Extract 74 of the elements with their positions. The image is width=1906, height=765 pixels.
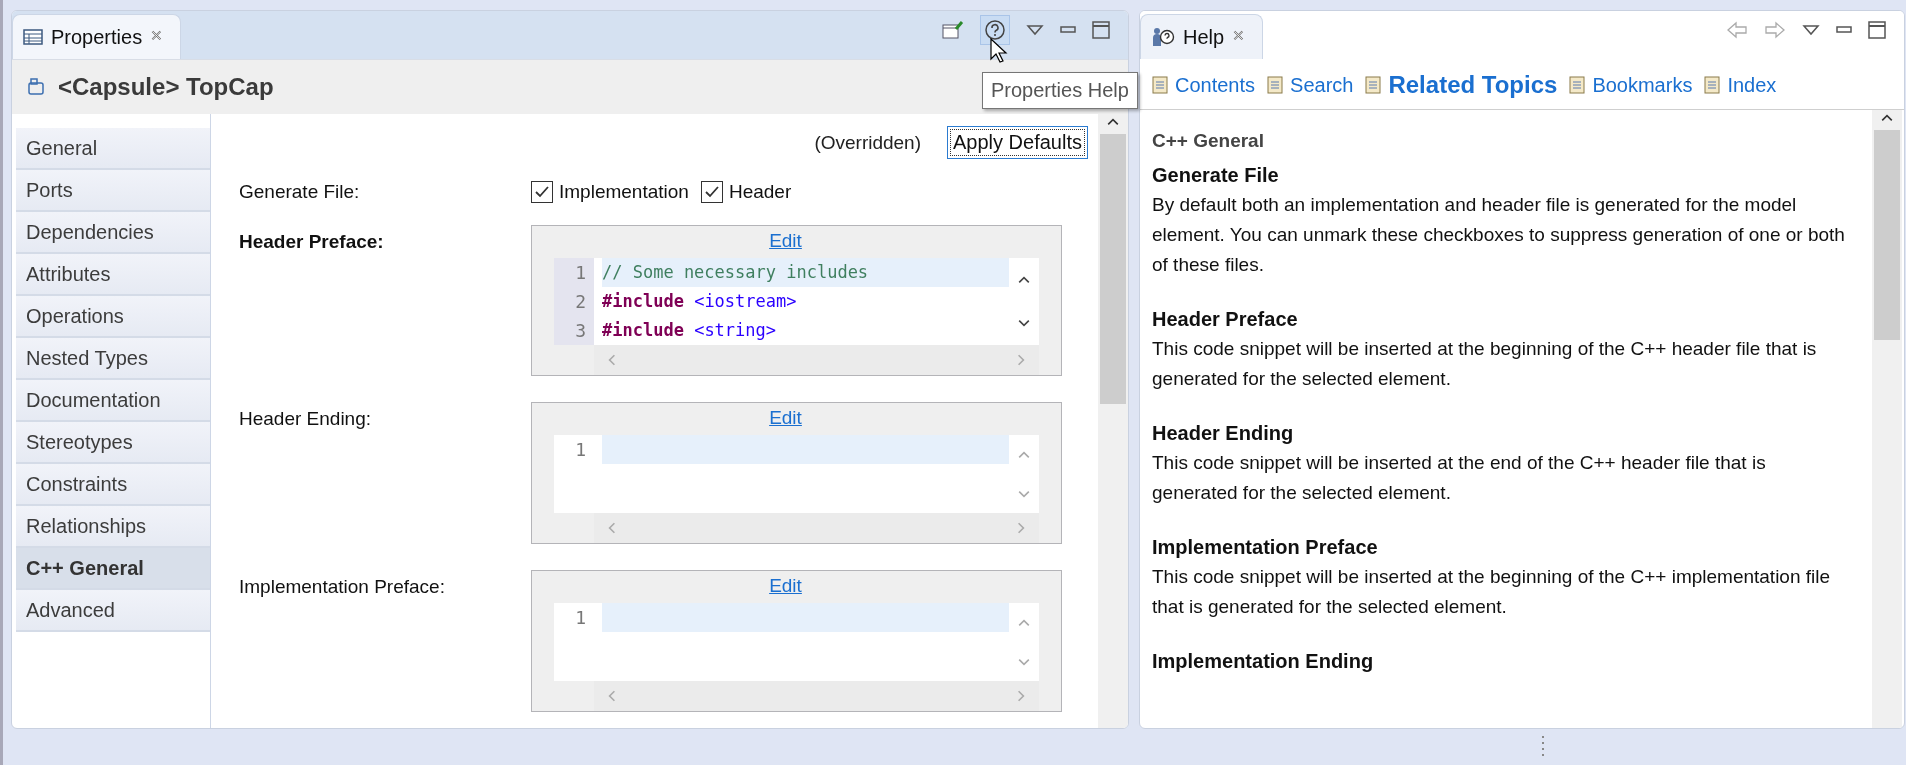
help-nav-icon (1567, 74, 1588, 96)
mouse-pointer-icon (990, 38, 1008, 64)
checkmark-icon (703, 184, 720, 200)
help-nav-icon (1363, 74, 1384, 96)
sidebar-tab[interactable]: Constraints (16, 464, 210, 506)
checkbox-label: Header (728, 181, 792, 203)
sidebar-tab[interactable]: Dependencies (16, 212, 210, 254)
overridden-note: (Overridden) (814, 131, 922, 154)
maximize-icon (1868, 21, 1886, 39)
minimize-icon (1060, 26, 1076, 34)
help-section-heading: Generate File (1152, 163, 1280, 188)
tooltip: Properties Help (982, 72, 1138, 109)
edit-link[interactable]: Edit (769, 407, 802, 429)
checkmark-icon (534, 184, 550, 200)
sidebar-tab[interactable]: Operations (16, 296, 210, 338)
forward-arrow-icon (1764, 21, 1786, 39)
view-menu-icon (1802, 24, 1820, 36)
line-number: 2 (574, 290, 587, 314)
line-number: 1 (574, 261, 587, 285)
vertical-scrollbar[interactable] (1098, 114, 1128, 728)
apply-defaults-button[interactable]: Apply Defaults (947, 126, 1088, 159)
checkbox[interactable] (700, 181, 723, 203)
sidebar-tab[interactable]: Ports (16, 170, 210, 212)
field-label: Header Preface: (239, 230, 385, 254)
line-number: 1 (574, 606, 587, 630)
edit-link[interactable]: Edit (769, 575, 802, 597)
help-section-heading: Implementation Ending (1152, 649, 1375, 674)
back-arrow-icon (1726, 21, 1748, 39)
element-heading: <Capsule> TopCap (58, 73, 274, 101)
help-topic-title: C++ General (1152, 130, 1265, 152)
help-icon (984, 19, 1006, 41)
minimize-icon (1836, 26, 1852, 34)
help-paragraph: This code snippet will be inserted at the beginning of the C++ implementation file that is generated for the selected element. (1152, 565, 1832, 619)
help-nav-link[interactable]: Search (1265, 73, 1354, 97)
help-nav-icon (1150, 74, 1170, 96)
help-button[interactable] (980, 15, 1010, 45)
help-nav-link[interactable]: Related Topics (1363, 71, 1558, 99)
help-nav-link[interactable]: Bookmarks (1567, 73, 1693, 97)
sidebar-tab[interactable]: General (16, 128, 210, 170)
maximize-icon (1092, 21, 1110, 39)
checkbox[interactable] (531, 181, 553, 203)
help-section-heading: Implementation Preface (1152, 535, 1379, 560)
help-paragraph: By default both an implementation and header file is generated for the model element. You can unmark these checkboxes to suppress generation of one or both of these files. (1152, 193, 1846, 277)
checkbox-label: Implementation (559, 181, 689, 203)
properties-table-icon (23, 27, 43, 47)
help-section-heading: Header Preface (1152, 307, 1299, 332)
field-label: Implementation Preface: (239, 575, 446, 599)
sidebar-tab[interactable]: C++ General (16, 548, 210, 590)
vertical-scrollbar[interactable] (1872, 110, 1902, 728)
edit-link[interactable]: Edit (769, 230, 802, 252)
line-number: 1 (574, 438, 587, 462)
code-line: #include <iostream> (602, 290, 798, 313)
tab-title[interactable]: Help (1183, 25, 1225, 49)
help-nav-link[interactable]: Contents (1150, 73, 1256, 97)
line-number: 3 (574, 319, 587, 343)
help-nav-icon (1702, 74, 1723, 96)
view-menu-icon (1026, 24, 1044, 36)
sidebar-tab[interactable]: Relationships (16, 506, 210, 548)
field-label: Generate File: (239, 181, 361, 203)
help-nav-icon (1265, 74, 1286, 96)
help-paragraph: This code snippet will be inserted at the end of the C++ header file that is generated for the selected element. (1152, 451, 1767, 505)
help-paragraph: This code snippet will be inserted at the beginning of the C++ header file that is generated for the selected element. (1152, 337, 1818, 391)
field-label: Header Ending: (239, 407, 373, 431)
sidebar-tab[interactable]: Stereotypes (16, 422, 210, 464)
sidebar-tab[interactable]: Nested Types (16, 338, 210, 380)
pin-editor-icon (942, 20, 964, 40)
help-person-icon (1151, 26, 1175, 48)
sidebar-tab[interactable]: Attributes (16, 254, 210, 296)
help-nav-link[interactable]: Index (1702, 73, 1777, 97)
capsule-icon (26, 77, 46, 97)
sidebar-tab[interactable]: Advanced (16, 590, 210, 632)
sidebar-tab[interactable]: Documentation (16, 380, 210, 422)
code-line: #include <string> (602, 319, 778, 342)
help-section-heading: Header Ending (1152, 421, 1295, 446)
